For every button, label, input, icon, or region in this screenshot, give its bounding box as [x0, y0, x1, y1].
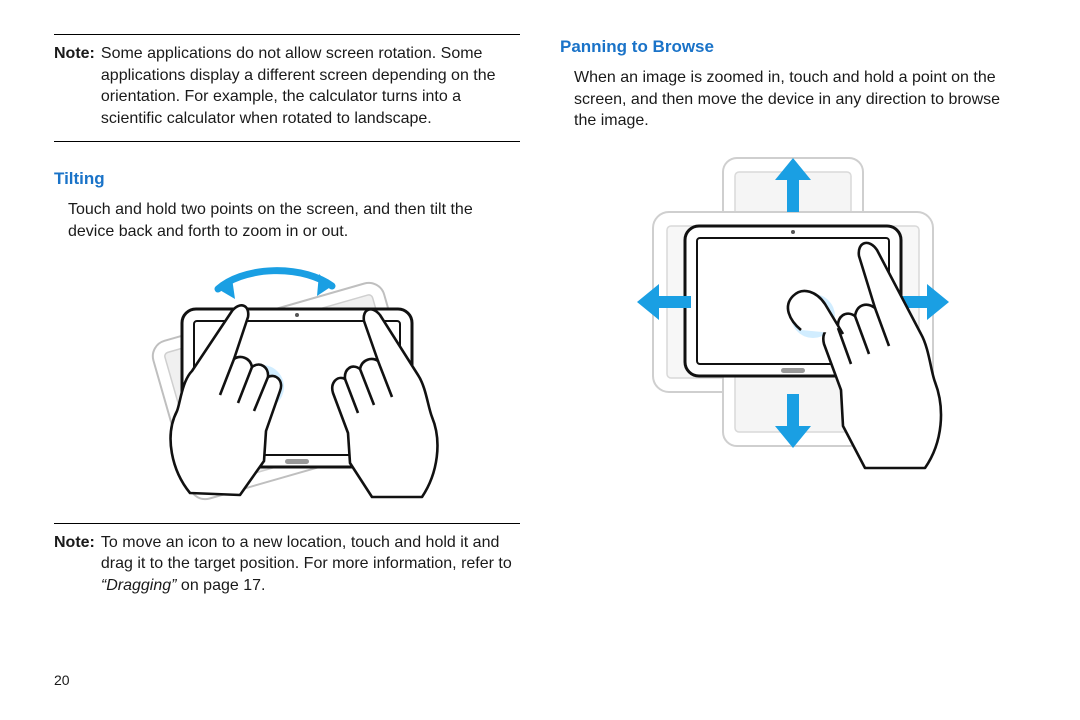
right-column: Panning to Browse When an image is zoome… — [560, 30, 1026, 690]
tilting-illustration — [122, 261, 452, 501]
note-text-part: To move an icon to a new location, touch… — [101, 534, 512, 573]
note-label: Note: — [54, 532, 95, 597]
left-column: Note: Some applications do not allow scr… — [54, 30, 520, 690]
note-text-italic: “Dragging” — [101, 577, 177, 594]
note-text: To move an icon to a new location, touch… — [101, 532, 520, 597]
note-label: Note: — [54, 43, 95, 129]
note-text: Some applications do not allow screen ro… — [101, 43, 520, 129]
paragraph-panning: When an image is zoomed in, touch and ho… — [574, 67, 1026, 132]
horizontal-rule — [54, 523, 520, 524]
heading-panning: Panning to Browse — [560, 36, 1026, 59]
note-block: Note: To move an icon to a new location,… — [54, 532, 520, 597]
figure-tilting — [122, 261, 452, 501]
page-number: 20 — [54, 671, 520, 690]
heading-tilting: Tilting — [54, 168, 520, 191]
horizontal-rule — [54, 141, 520, 142]
figure-panning — [613, 150, 973, 470]
note-block: Note: Some applications do not allow scr… — [54, 43, 520, 129]
note-text-part: on page 17. — [176, 577, 265, 594]
manual-page: Note: Some applications do not allow scr… — [0, 0, 1080, 720]
paragraph-tilting: Touch and hold two points on the screen,… — [68, 199, 520, 242]
panning-illustration — [613, 150, 973, 470]
horizontal-rule — [54, 34, 520, 35]
